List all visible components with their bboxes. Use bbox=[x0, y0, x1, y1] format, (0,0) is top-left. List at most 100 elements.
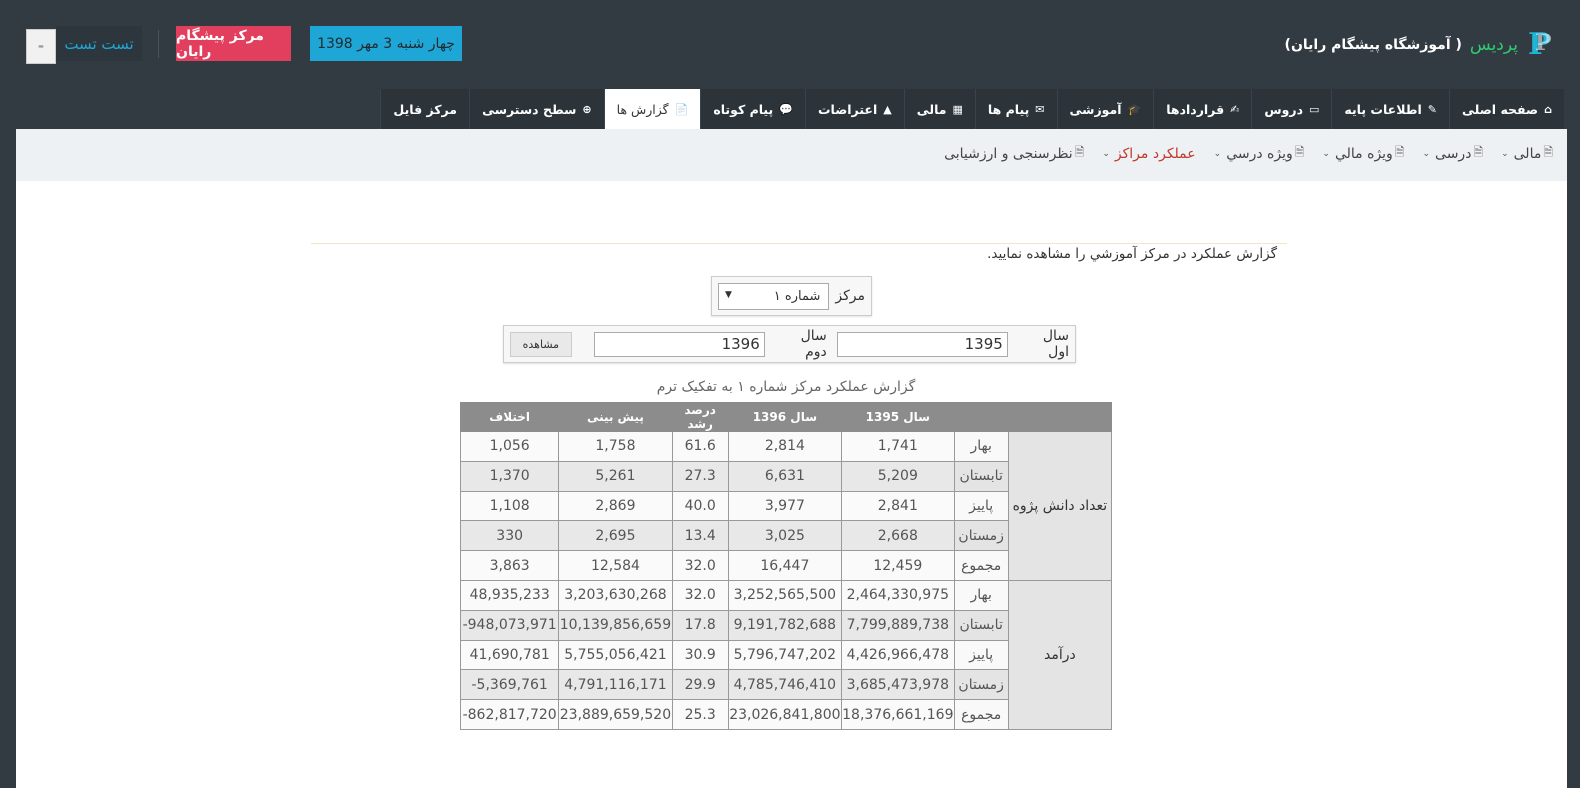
table-row: درآمد بهار 2,464,330,975 3,252,565,500 32.0 3… bbox=[459, 579, 1113, 730]
value-cell: 32.0 bbox=[671, 579, 729, 611]
term-cell: تابستان bbox=[953, 609, 1009, 641]
value-cell: 61.6 bbox=[671, 431, 729, 462]
value-cell: 2,841 bbox=[841, 490, 955, 522]
nav-icon: ▲ bbox=[883, 102, 892, 116]
subnav-item-1[interactable]: 🗎 درسی ⌄ bbox=[1422, 143, 1483, 164]
document-icon: 🗎 bbox=[1543, 145, 1553, 159]
year2-label: سال دوم bbox=[800, 328, 827, 360]
value-cell: 2,464,330,975 bbox=[841, 579, 955, 611]
date-button[interactable]: چهار شنبه 3 مهر 1398 bbox=[310, 26, 462, 61]
value-cell: 29.9 bbox=[671, 669, 729, 701]
brand-name: پردیس bbox=[1469, 35, 1518, 55]
nav-tab-label: اطلاعات پایه bbox=[1344, 101, 1422, 117]
center-button[interactable]: مرکز پیشگام رایان bbox=[176, 26, 291, 61]
nav-tab-1[interactable]: ✎ اطلاعات پایه bbox=[1331, 89, 1449, 129]
user-name-link[interactable]: تست تست bbox=[56, 26, 142, 61]
nav-icon: ✉ bbox=[1035, 102, 1045, 116]
nav-tab-label: اعتراضات bbox=[817, 101, 878, 117]
value-cell: 48,935,233 bbox=[459, 579, 560, 611]
nav-tab-label: دروس bbox=[1264, 101, 1303, 117]
term-cell: بهار bbox=[953, 431, 1009, 462]
document-icon: 🗎 bbox=[1294, 145, 1305, 159]
subnav-item-3[interactable]: 🗎 ويژه درسي ⌄ bbox=[1214, 143, 1305, 164]
subnav-item-2[interactable]: 🗎 ويژه مالي ⌄ bbox=[1322, 143, 1404, 164]
chevron-down-icon: ▼ bbox=[725, 289, 732, 300]
year1-label: سال اول bbox=[1042, 328, 1069, 360]
table-header bbox=[1007, 402, 1113, 432]
document-icon: 🗎 bbox=[1394, 145, 1405, 159]
nav-tab-10[interactable]: ⊕ سطح دسترسی bbox=[469, 89, 604, 129]
chevron-down-icon: ⌄ bbox=[1102, 148, 1110, 159]
term-cell: زمستان bbox=[953, 669, 1009, 701]
center-filter: مرکز شماره ۱ ▼ bbox=[711, 276, 872, 316]
year2-input[interactable]: 1396 bbox=[593, 331, 765, 357]
value-cell: 3,203,630,268 bbox=[558, 579, 673, 611]
nav-tab-label: مرکز فایل bbox=[393, 101, 458, 117]
subnav-item-5[interactable]: 🗎 نظرسنجی و ارزشیابی bbox=[944, 143, 1084, 164]
term-cell: مجموع bbox=[953, 699, 1009, 730]
avatar[interactable]: ▬ bbox=[26, 29, 56, 64]
value-cell: 16,447 bbox=[727, 550, 843, 581]
value-cell: 330 bbox=[459, 520, 560, 552]
value-cell: 41,690,781 bbox=[459, 639, 560, 671]
group-label: تعداد دانش پژوه bbox=[1007, 431, 1113, 581]
nav-tab-11[interactable]: مرکز فایل bbox=[380, 89, 470, 129]
nav-tab-6[interactable]: ▦ مالی bbox=[903, 89, 975, 129]
year1-input[interactable]: 1395 bbox=[836, 331, 1008, 357]
nav-tab-5[interactable]: ✉ پیام ها bbox=[974, 89, 1057, 129]
table-header: اختلاف bbox=[459, 402, 560, 432]
nav-tab-9[interactable]: 📄 گزارش ها bbox=[603, 89, 701, 129]
value-cell: 6,631 bbox=[727, 460, 843, 492]
view-button[interactable]: مشاهده bbox=[510, 331, 572, 357]
nav-tab-0[interactable]: ⌂ صفحه اصلی bbox=[1448, 89, 1564, 129]
value-cell: 4,785,746,410 bbox=[727, 669, 843, 701]
value-cell: 32.0 bbox=[671, 550, 729, 581]
subnav-label: عملکرد مراکز bbox=[1114, 145, 1196, 162]
value-cell: 30.9 bbox=[671, 639, 729, 671]
subnav-item-4[interactable]: عملکرد مراکز ⌄ bbox=[1102, 143, 1195, 164]
year-filter: سال اول 1395 سال دوم 1396 مشاهده bbox=[503, 325, 1076, 363]
nav-tab-label: سطح دسترسی bbox=[482, 101, 577, 117]
nav-icon: 💬 bbox=[779, 102, 793, 116]
value-cell: 1,056 bbox=[459, 431, 560, 462]
report-caption: گزارش عملکرد مرکز شماره ۱ به تفکیک ترم bbox=[656, 379, 916, 395]
value-cell: 3,863 bbox=[459, 550, 560, 581]
nav-tab-2[interactable]: ▭ دروس bbox=[1251, 89, 1332, 129]
nav-icon: ✎ bbox=[1427, 102, 1437, 116]
brand[interactable]: PP پردیس ( آموزشگاه پیشگام رایان) bbox=[1285, 28, 1554, 62]
term-cell: پاییز bbox=[953, 639, 1009, 671]
content-panel: 🗎 مالی ⌄ 🗎 درسی ⌄ 🗎 ويژه مالي ⌄ 🗎 ويژه درسي ⌄ عملکرد… bbox=[16, 129, 1567, 788]
nav-tab-label: قراردادها bbox=[1166, 101, 1225, 117]
logo: PP bbox=[1528, 27, 1552, 62]
nav-tab-label: گزارش ها bbox=[616, 101, 669, 117]
value-cell: 4,426,966,478 bbox=[841, 639, 955, 671]
nav-tab-8[interactable]: 💬 پیام کوتاه bbox=[700, 89, 805, 129]
nav-tab-label: پیام کوتاه bbox=[713, 101, 774, 117]
value-cell: 12,584 bbox=[558, 550, 673, 581]
subnav-label: ويژه مالي bbox=[1334, 145, 1393, 162]
center-label: مرکز bbox=[835, 288, 865, 304]
center-select[interactable]: شماره ۱ ▼ bbox=[718, 282, 830, 310]
table-header: پیش بینی bbox=[558, 402, 673, 432]
term-cell: مجموع bbox=[953, 550, 1009, 581]
nav-tab-7[interactable]: ▲ اعتراضات bbox=[804, 89, 904, 129]
chevron-down-icon: ⌄ bbox=[1422, 148, 1431, 159]
nav-tab-3[interactable]: ✍ قراردادها bbox=[1153, 89, 1252, 129]
main-nav: ⌂ صفحه اصلی ✎ اطلاعات پایه ▭ دروس ✍ قراردادها 🎓 آ… bbox=[380, 89, 1564, 129]
value-cell: 5,796,747,202 bbox=[727, 639, 843, 671]
term-cell: پاییز bbox=[953, 490, 1009, 522]
term-cell: زمستان bbox=[953, 520, 1009, 552]
nav-icon: 🎓 bbox=[1127, 102, 1142, 116]
chevron-down-icon: ⌄ bbox=[1213, 148, 1222, 159]
value-cell: 5,209 bbox=[841, 460, 955, 492]
value-cell: 2,695 bbox=[558, 520, 673, 552]
nav-tab-4[interactable]: 🎓 آموزشی bbox=[1056, 89, 1154, 129]
term-cell: تابستان bbox=[953, 460, 1009, 492]
subnav-item-0[interactable]: 🗎 مالی ⌄ bbox=[1501, 143, 1553, 164]
nav-icon: 📄 bbox=[674, 102, 689, 116]
value-cell: 12,459 bbox=[841, 550, 955, 581]
chevron-down-icon: ⌄ bbox=[1322, 148, 1330, 159]
center-select-value: شماره ۱ bbox=[773, 288, 821, 304]
subnav-label: نظرسنجی و ارزشیابی bbox=[944, 145, 1073, 162]
table-header: سال 1395 bbox=[841, 402, 955, 432]
